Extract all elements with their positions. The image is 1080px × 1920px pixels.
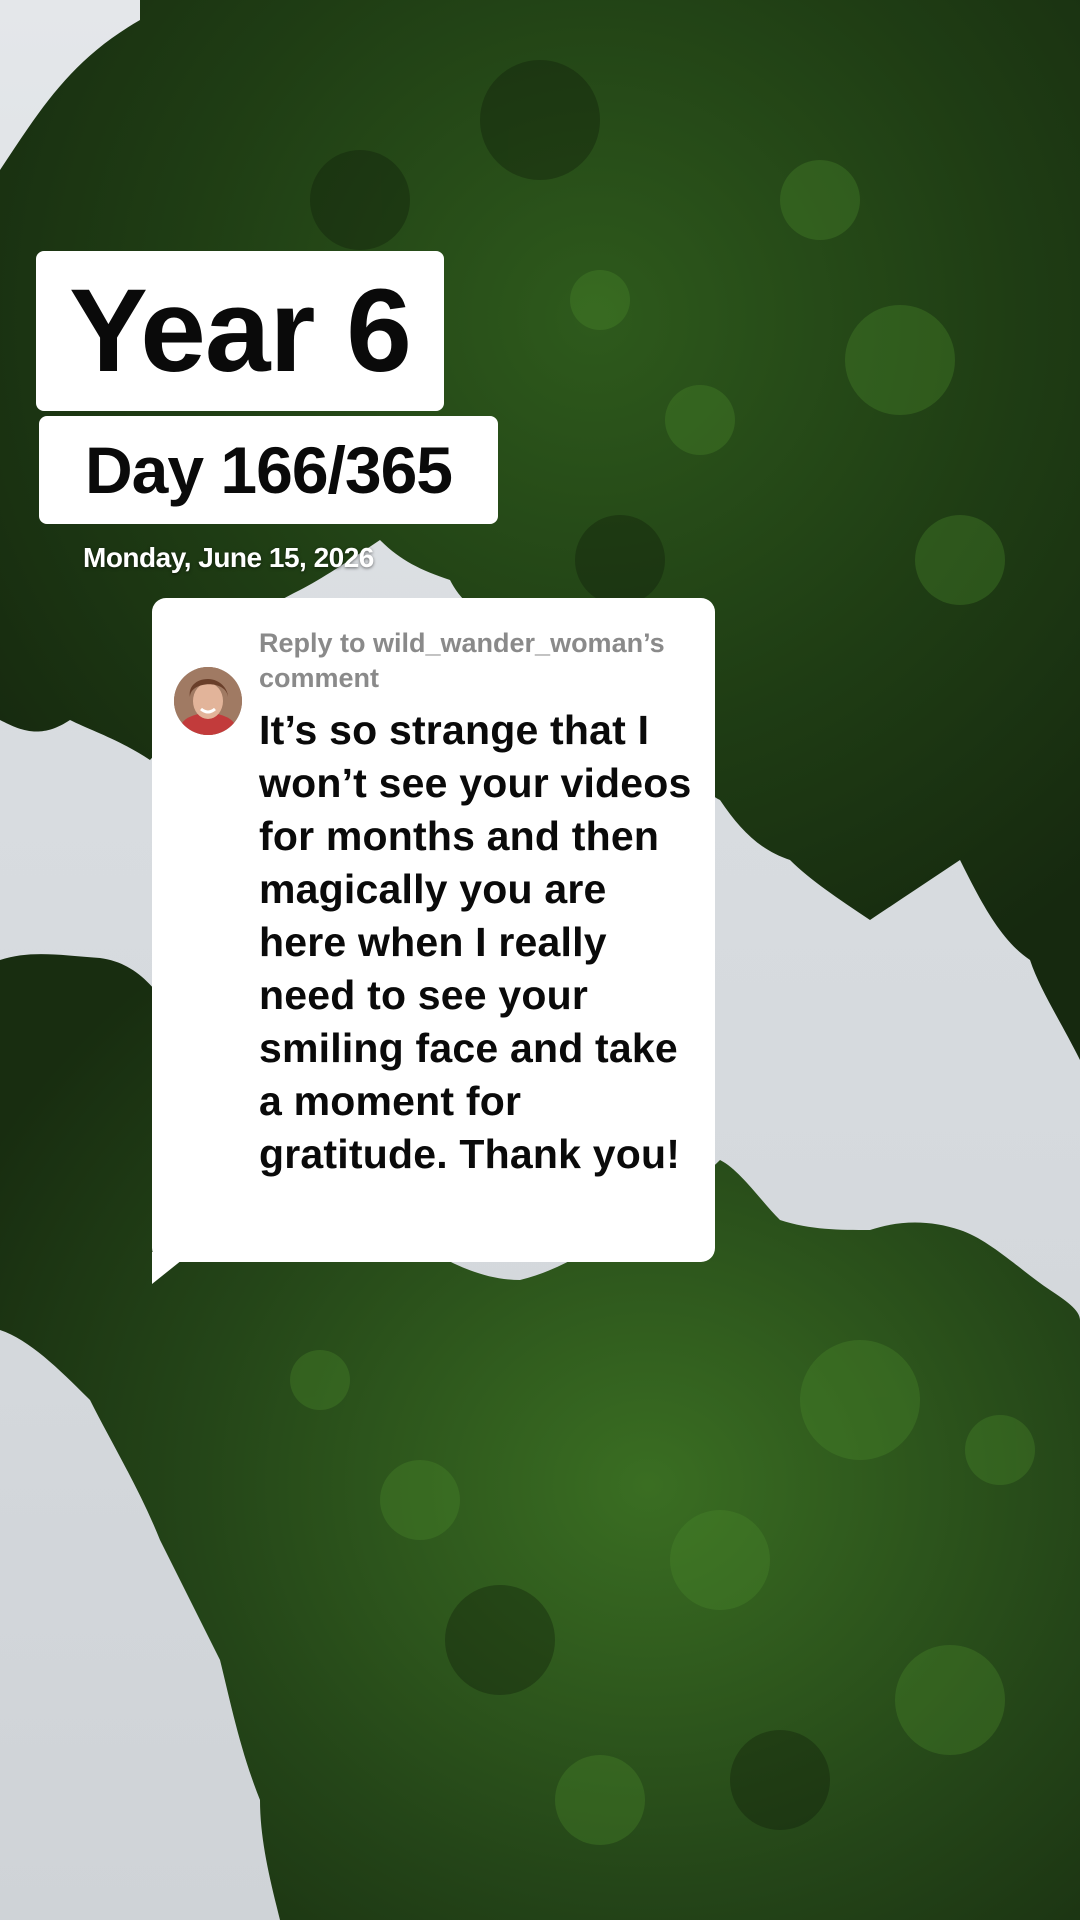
year-title-box: Year 6 <box>36 251 444 411</box>
user-avatar[interactable] <box>174 667 242 735</box>
user-avatar-icon <box>174 667 242 735</box>
day-counter-box: Day 166/365 <box>39 416 498 524</box>
comment-text: It’s so strange that I won’t see your vi… <box>259 707 692 1177</box>
date-caption: Monday, June 15, 2026 <box>83 542 374 573</box>
reply-comment-tail <box>152 1252 192 1284</box>
video-frame[interactable]: Year 6 Day 166/365 Monday, June 15, 2026… <box>0 0 1080 1920</box>
reply-header: Reply to wild_wander_woman’s comment <box>259 628 665 693</box>
year-title: Year 6 <box>69 265 412 397</box>
day-counter: Day 166/365 <box>85 433 453 507</box>
